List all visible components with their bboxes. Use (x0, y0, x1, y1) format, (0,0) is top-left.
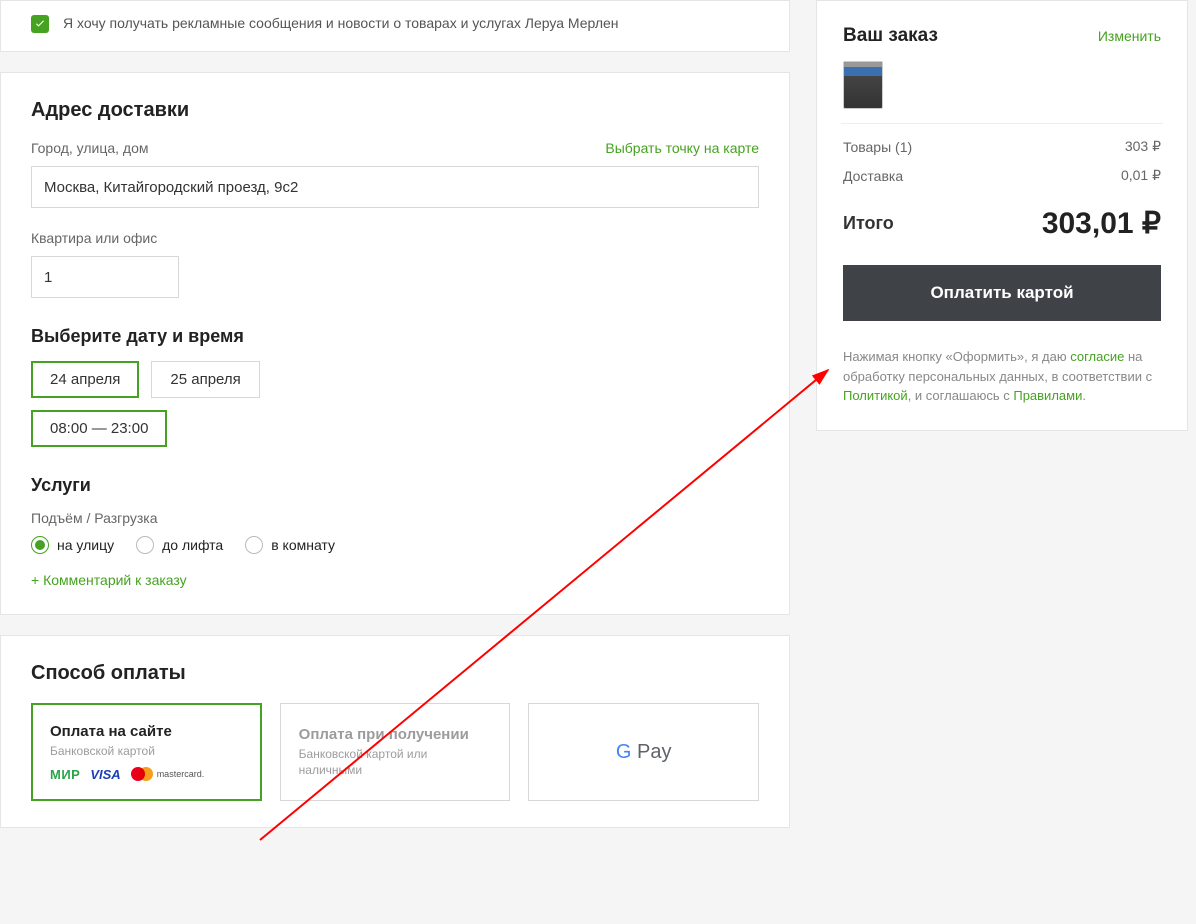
items-label: Товары (1) (843, 139, 912, 155)
date-option-0[interactable]: 24 апреля (31, 361, 139, 398)
payment-option-sub: Банковской картой или наличными (299, 746, 492, 778)
date-time-heading: Выберите дату и время (31, 326, 759, 347)
delivery-label: Доставка (843, 168, 903, 184)
items-price: 303 ₽ (1125, 138, 1161, 155)
mastercard-logo: mastercard. (131, 767, 205, 781)
card-logos: МИР VISA mastercard. (50, 767, 243, 782)
delivery-heading: Адрес доставки (31, 99, 759, 122)
address-input[interactable] (31, 166, 759, 208)
apartment-label: Квартира или офис (31, 230, 759, 246)
add-comment-link[interactable]: + Комментарий к заказу (31, 572, 759, 588)
marketing-opt-in-section: Я хочу получать рекламные сообщения и но… (0, 0, 790, 52)
radio-icon (245, 536, 263, 554)
radio-icon (31, 536, 49, 554)
check-icon (34, 16, 46, 32)
services-heading: Услуги (31, 475, 759, 496)
date-option-1[interactable]: 25 апреля (151, 361, 259, 398)
payment-option-onsite[interactable]: Оплата на сайте Банковской картой МИР VI… (31, 703, 262, 801)
payment-option-title: Оплата на сайте (50, 723, 243, 740)
total-price: 303,01 ₽ (1042, 206, 1161, 241)
payment-option-onreceipt[interactable]: Оплата при получении Банковской картой и… (280, 703, 511, 801)
rules-link[interactable]: Правилами (1013, 388, 1082, 403)
marketing-label: Я хочу получать рекламные сообщения и но… (63, 13, 619, 33)
payment-heading: Способ оплаты (31, 662, 759, 685)
lift-option-label: в комнату (271, 537, 335, 553)
consent-link[interactable]: согласие (1070, 349, 1124, 364)
mastercard-icon (131, 767, 153, 781)
payment-option-title: Оплата при получении (299, 726, 492, 743)
radio-icon (136, 536, 154, 554)
lift-option-label: на улицу (57, 537, 114, 553)
lift-label: Подъём / Разгрузка (31, 510, 759, 526)
payment-option-gpay[interactable]: G Pay (528, 703, 759, 801)
edit-order-link[interactable]: Изменить (1098, 28, 1161, 44)
lift-option-2[interactable]: в комнату (245, 536, 335, 554)
gpay-logo: G Pay (547, 720, 740, 784)
apartment-input[interactable] (31, 256, 179, 298)
payment-section: Способ оплаты Оплата на сайте Банковской… (0, 635, 790, 828)
divider (841, 123, 1163, 124)
total-label: Итого (843, 213, 894, 234)
agreement-footnote: Нажимая кнопку «Оформить», я даю согласи… (843, 347, 1161, 406)
lift-option-label: до лифта (162, 537, 223, 553)
mir-logo: МИР (50, 767, 80, 782)
payment-option-sub: Банковской картой (50, 743, 243, 759)
lift-option-0[interactable]: на улицу (31, 536, 114, 554)
policy-link[interactable]: Политикой (843, 388, 908, 403)
time-option-0[interactable]: 08:00 — 23:00 (31, 410, 167, 447)
lift-option-1[interactable]: до лифта (136, 536, 223, 554)
delivery-section: Адрес доставки Город, улица, дом Выбрать… (0, 72, 790, 615)
order-title: Ваш заказ (843, 25, 938, 47)
order-summary: Ваш заказ Изменить Товары (1) 303 ₽ Дост… (816, 0, 1188, 431)
visa-logo: VISA (90, 767, 120, 782)
address-label: Город, улица, дом (31, 140, 149, 156)
pay-button[interactable]: Оплатить картой (843, 265, 1161, 321)
product-thumbnail (843, 61, 883, 109)
choose-on-map-link[interactable]: Выбрать точку на карте (605, 140, 759, 156)
marketing-checkbox[interactable] (31, 15, 49, 33)
delivery-price: 0,01 ₽ (1121, 167, 1161, 184)
